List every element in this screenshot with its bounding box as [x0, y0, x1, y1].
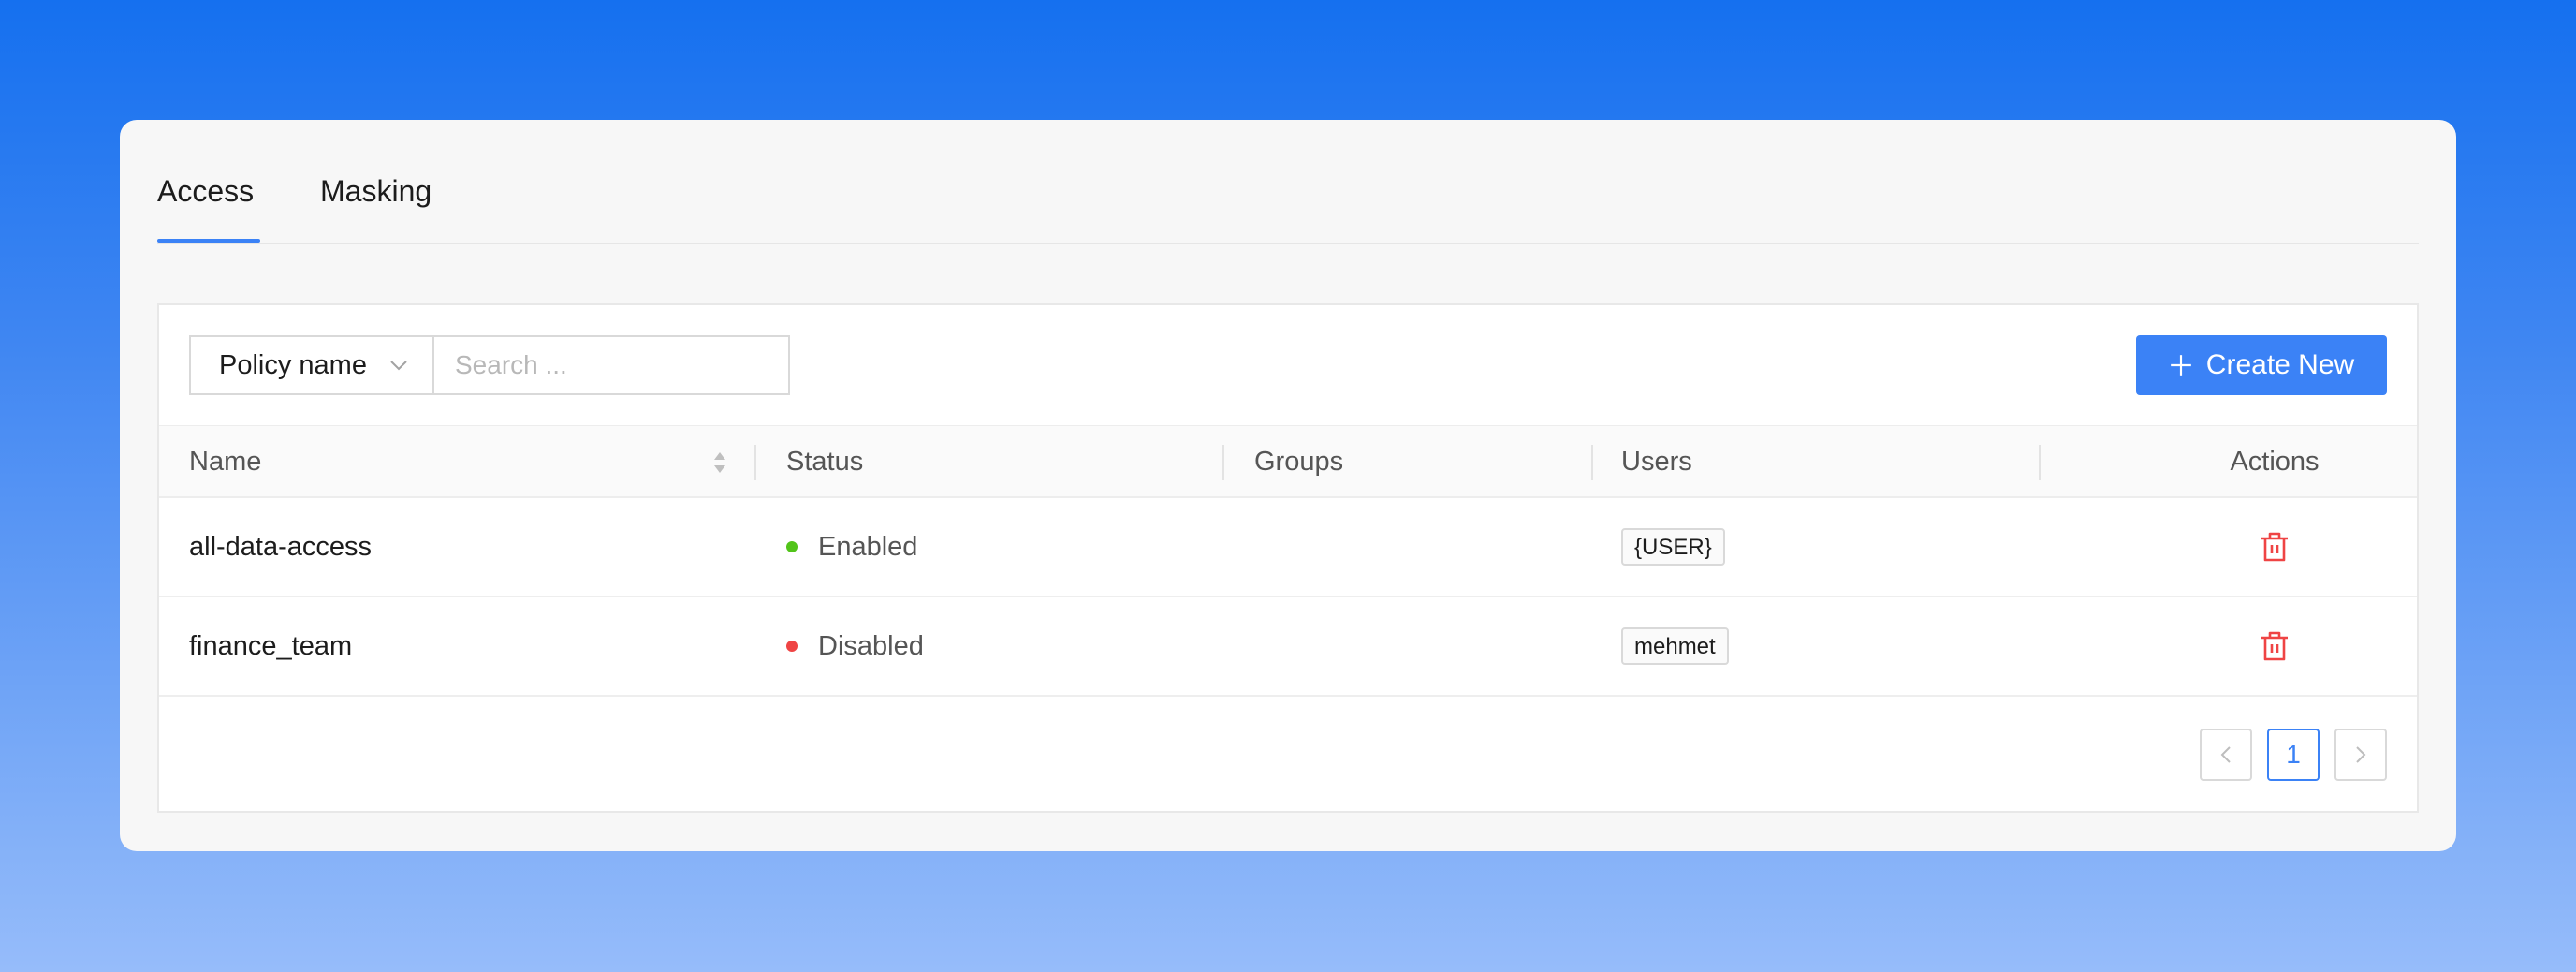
column-header-name[interactable]: Name — [189, 426, 261, 497]
column-header-actions: Actions — [2177, 426, 2372, 497]
table-header: Name Status Groups Users Actions — [159, 425, 2417, 498]
user-tag: {USER} — [1621, 528, 1725, 566]
column-divider — [2039, 445, 2041, 480]
column-header-users: Users — [1621, 426, 1692, 497]
create-new-button[interactable]: Create New — [2136, 335, 2387, 395]
column-header-groups: Groups — [1254, 426, 1343, 497]
status-text: Enabled — [818, 531, 918, 562]
status-badge: Disabled — [786, 597, 924, 695]
policy-name[interactable]: all-data-access — [189, 498, 372, 596]
column-groups-label: Groups — [1254, 447, 1344, 477]
tab-masking-label: Masking — [320, 174, 432, 208]
pagination: 1 — [2200, 729, 2387, 781]
column-actions-label: Actions — [2230, 447, 2320, 477]
column-name-label: Name — [189, 447, 262, 477]
next-page-button[interactable] — [2334, 729, 2387, 781]
page-number-label: 1 — [2286, 740, 2301, 769]
actions-cell — [2215, 498, 2334, 596]
status-dot — [786, 541, 798, 552]
tab-access-label: Access — [157, 174, 255, 208]
trash-icon[interactable] — [2260, 531, 2290, 563]
status-dot — [786, 641, 798, 652]
column-status-label: Status — [786, 447, 864, 477]
actions-cell — [2215, 597, 2334, 695]
chevron-down-icon — [390, 361, 407, 371]
trash-icon[interactable] — [2260, 630, 2290, 662]
policy-tabs: Access Masking — [157, 120, 2419, 244]
policy-name[interactable]: finance_team — [189, 597, 352, 695]
policies-card: Access Masking Policy name Create New — [120, 120, 2456, 851]
column-users-label: Users — [1621, 447, 1692, 477]
column-divider — [754, 445, 756, 480]
table-row: finance_team Disabled mehmet — [159, 597, 2417, 697]
tab-access[interactable]: Access — [157, 169, 254, 214]
tab-masking[interactable]: Masking — [320, 169, 432, 214]
sort-icon[interactable] — [711, 450, 728, 475]
plus-icon — [2170, 355, 2191, 376]
filter-field-select[interactable]: Policy name — [189, 335, 432, 395]
policy-table: Name Status Groups Users Actions all-dat… — [159, 425, 2417, 697]
chevron-left-icon — [2220, 746, 2231, 763]
filter-field-label: Policy name — [219, 349, 367, 380]
column-divider — [1591, 445, 1593, 480]
active-tab-indicator — [157, 239, 260, 243]
search-input[interactable] — [432, 335, 790, 395]
user-tag: mehmet — [1621, 627, 1729, 665]
status-text: Disabled — [818, 630, 924, 661]
prev-page-button[interactable] — [2200, 729, 2252, 781]
users-cell: mehmet — [1621, 597, 1729, 695]
table-toolbar: Policy name Create New — [159, 305, 2417, 425]
chevron-right-icon — [2356, 746, 2366, 763]
status-badge: Enabled — [786, 498, 917, 596]
column-divider — [1222, 445, 1224, 480]
table-row: all-data-access Enabled {USER} — [159, 498, 2417, 597]
policy-table-panel: Policy name Create New Name — [157, 303, 2419, 813]
column-header-status: Status — [786, 426, 863, 497]
users-cell: {USER} — [1621, 498, 1725, 596]
page-number-button[interactable]: 1 — [2267, 729, 2320, 781]
create-new-label: Create New — [2205, 349, 2355, 380]
